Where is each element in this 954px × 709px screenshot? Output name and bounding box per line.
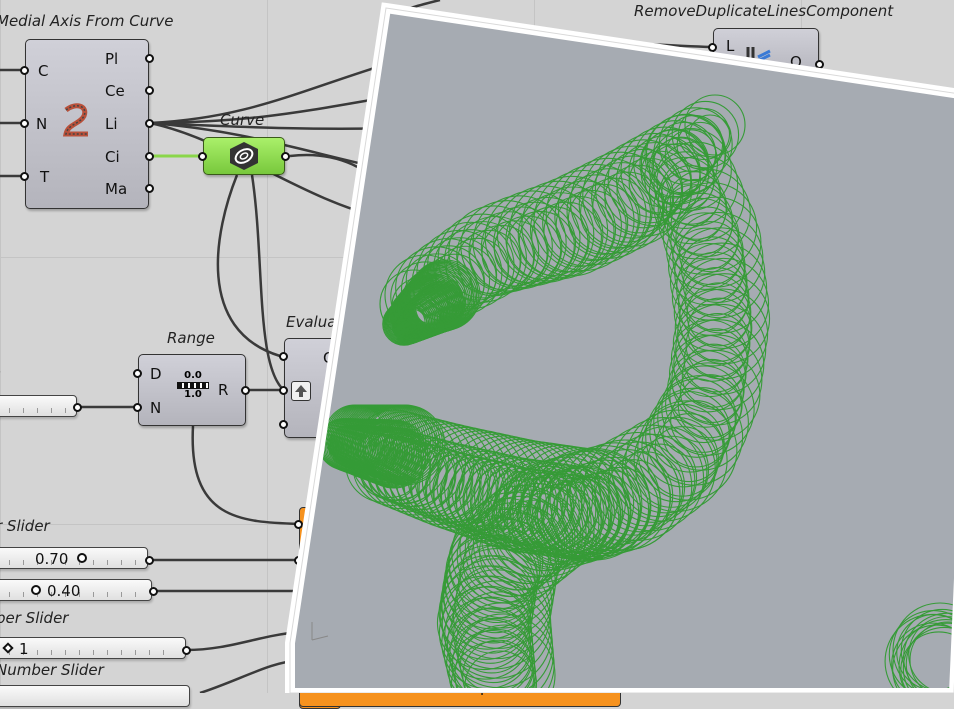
output-ce-grip[interactable] <box>145 86 154 95</box>
slider-range-grip[interactable] <box>73 403 82 412</box>
slider-2-value: 0.40 <box>47 582 80 600</box>
output-ci-grip[interactable] <box>145 152 154 161</box>
slider-1-label: r Slider <box>0 517 50 535</box>
slider-1-handle[interactable] <box>77 553 87 563</box>
output-ci: Ci <box>105 150 120 165</box>
output-li: Li <box>105 117 118 132</box>
range-icon: 0.0 1.0 <box>177 371 209 400</box>
wire <box>186 632 300 650</box>
medial-axis-icon <box>58 100 98 140</box>
range-icon-start: 0.0 <box>177 371 209 381</box>
curve-parameter[interactable] <box>203 137 285 175</box>
input-n-grip[interactable] <box>20 119 29 128</box>
output-ma: Ma <box>105 182 127 197</box>
rhino-viewport[interactable] <box>290 0 954 693</box>
number-slider-1[interactable]: 0.70 <box>0 547 148 569</box>
medial-circle <box>901 632 954 693</box>
slider-2-grip[interactable] <box>149 587 158 596</box>
slider-2-handle[interactable] <box>31 585 41 595</box>
wire <box>218 175 280 356</box>
evaluate-low-grip[interactable] <box>279 420 288 429</box>
slider-1-value: 0.70 <box>35 550 68 568</box>
orange-grip-2[interactable] <box>294 556 303 565</box>
range-input-d: D <box>150 367 162 382</box>
number-slider-4[interactable] <box>0 685 190 707</box>
remove-duplicate-title: RemoveDuplicateLinesComponent <box>634 2 893 20</box>
evaluate-title: Evalua <box>286 313 336 331</box>
range-title: Range <box>167 329 215 347</box>
curve-output-grip[interactable] <box>281 152 290 161</box>
evaluate-port-c: C <box>323 351 333 366</box>
slider-3-grip[interactable] <box>182 646 191 655</box>
input-n: N <box>36 117 47 132</box>
remove-duplicate-input-l: L <box>726 39 734 54</box>
output-pl-grip[interactable] <box>145 54 154 63</box>
range-icon-bar <box>177 382 209 389</box>
input-c-grip[interactable] <box>20 66 29 75</box>
curve-icon <box>226 140 262 172</box>
input-c: C <box>38 64 48 79</box>
slider-3-label: ber Slider <box>0 609 68 627</box>
medial-circle <box>906 623 954 693</box>
remove-duplicate-l-grip[interactable] <box>708 43 717 52</box>
slider-range-label: . <box>0 362 2 376</box>
wire <box>193 426 300 524</box>
viewport-geometry <box>290 0 954 693</box>
evaluate-mid-grip[interactable] <box>279 386 288 395</box>
range-d-grip[interactable] <box>133 369 142 378</box>
range-component[interactable]: D N R 0.0 1.0 <box>138 354 246 426</box>
remove-duplicate-q-grip[interactable] <box>815 60 824 69</box>
orange-grip-1[interactable] <box>294 520 303 529</box>
output-li-grip[interactable] <box>145 119 154 128</box>
slider-ticks <box>0 408 66 413</box>
range-icon-end: 1.0 <box>177 390 209 400</box>
output-ma-grip[interactable] <box>145 184 154 193</box>
medial-axis-component[interactable]: C N T Pl Ce Li Ci Ma <box>25 39 149 209</box>
evaluate-c-grip[interactable] <box>279 352 288 361</box>
number-slider-range[interactable] <box>0 395 77 417</box>
range-output-r: R <box>218 383 228 398</box>
range-input-n: N <box>150 401 161 416</box>
number-slider-2[interactable]: 0.40 <box>0 579 152 601</box>
medial-circle <box>680 274 770 364</box>
medial-circles <box>319 95 954 693</box>
medial-circle <box>659 185 733 259</box>
number-slider-3[interactable]: 1 <box>0 637 186 659</box>
wire <box>150 60 400 123</box>
slider-4-label: Number Slider <box>0 661 104 679</box>
evaluate-icon <box>291 381 311 401</box>
wire <box>200 660 300 693</box>
curve-input-grip[interactable] <box>198 152 207 161</box>
remove-duplicate-output-q: Q <box>790 55 802 70</box>
range-n-grip[interactable] <box>133 403 142 412</box>
medial-axis-title: Medial Axis From Curve <box>0 12 173 30</box>
medial-circle <box>683 252 746 315</box>
slider-ticks <box>0 560 137 565</box>
output-pl: Pl <box>105 52 118 67</box>
input-t: T <box>40 170 49 185</box>
output-ce: Ce <box>105 84 125 99</box>
range-r-grip[interactable] <box>241 386 250 395</box>
input-t-grip[interactable] <box>20 172 29 181</box>
slider-1-grip[interactable] <box>145 556 154 565</box>
curve-title: Curve <box>220 111 264 129</box>
medial-circle <box>672 335 762 425</box>
axis-widget-icon <box>312 622 328 640</box>
slider-3-value: 1 <box>19 640 29 658</box>
